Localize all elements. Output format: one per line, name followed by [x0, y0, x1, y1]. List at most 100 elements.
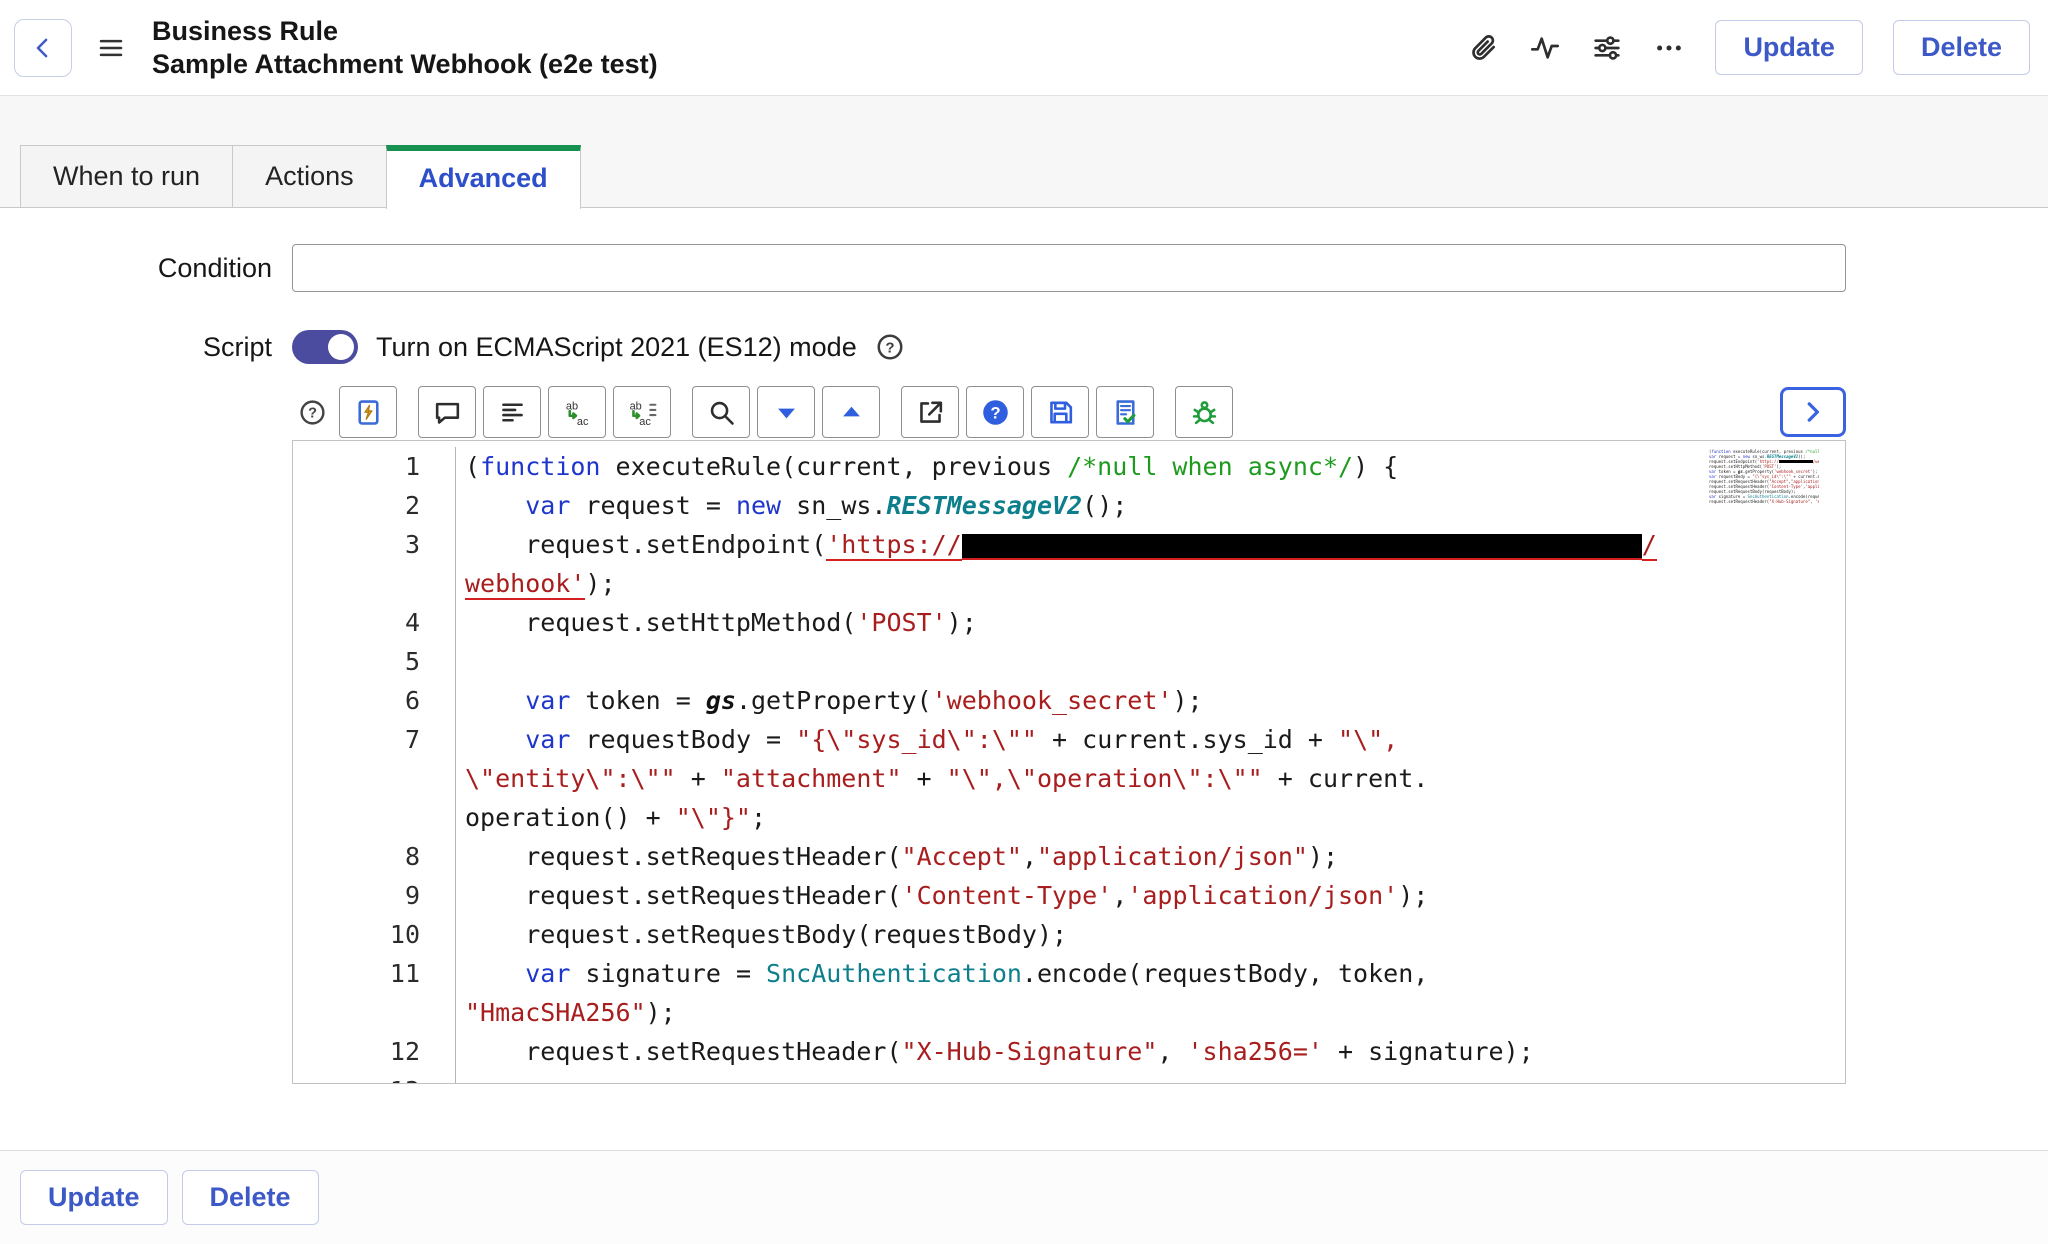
code-line[interactable]: 13: [293, 1071, 1845, 1084]
help-icon: ?: [875, 332, 905, 362]
code-line-content: request.setRequestHeader("X-Hub-Signatur…: [455, 1032, 1845, 1071]
line-number: 10: [293, 915, 455, 954]
format-button[interactable]: [483, 386, 541, 438]
es-mode-label: Turn on ECMAScript 2021 (ES12) mode: [376, 332, 857, 363]
line-number: 7: [293, 720, 455, 837]
find-previous-button[interactable]: [822, 386, 880, 438]
attachment-button[interactable]: [1467, 32, 1499, 64]
record-title: Business Rule Sample Attachment Webhook …: [152, 15, 658, 81]
delete-button-footer[interactable]: Delete: [182, 1170, 319, 1225]
toggle-knob: [328, 334, 354, 360]
toolbar-group: abacabac: [418, 386, 671, 438]
script-icon: [353, 397, 384, 428]
replace-icon: ab ac: [562, 397, 593, 428]
line-number: 12: [293, 1032, 455, 1071]
help-filled-button[interactable]: ?: [966, 386, 1024, 438]
attachment-icon: [1467, 32, 1499, 64]
tab-when-to-run[interactable]: When to run: [20, 145, 232, 208]
debug-button[interactable]: [1175, 386, 1233, 438]
editor-toolbar: ?abacabac?: [292, 386, 1846, 438]
comment-icon: [432, 397, 463, 428]
code-line[interactable]: 9 request.setRequestHeader('Content-Type…: [293, 876, 1845, 915]
save-button[interactable]: [1031, 386, 1089, 438]
code-line[interactable]: 6 var token = gs.getProperty('webhook_se…: [293, 681, 1845, 720]
script-check-button[interactable]: [1096, 386, 1154, 438]
line-number: 8: [293, 837, 455, 876]
replace-all-button[interactable]: abac: [613, 386, 671, 438]
code-line-content: request.setEndpoint('https:///webhook');: [455, 525, 1845, 603]
code-line-content: request.setRequestHeader("Accept","appli…: [455, 837, 1845, 876]
script-mode-row: Turn on ECMAScript 2021 (ES12) mode ?: [292, 330, 905, 364]
toolbar-group: [1175, 386, 1233, 438]
update-button-footer[interactable]: Update: [20, 1170, 168, 1225]
context-menu-button[interactable]: [96, 33, 126, 63]
code-line-content: var requestBody = "{\"sys_id\":\"" + cur…: [455, 720, 1845, 837]
personalize-button[interactable]: [1591, 32, 1623, 64]
script-editor[interactable]: 1 (function executeRule(current, previous…: [292, 440, 1846, 1084]
code-line-content: [455, 642, 1845, 681]
code-line[interactable]: 8 request.setRequestHeader("Accept","app…: [293, 837, 1845, 876]
sliders-icon: [1591, 32, 1623, 64]
tab-actions[interactable]: Actions: [232, 145, 386, 208]
code-line[interactable]: 5: [293, 642, 1845, 681]
svg-text:ab: ab: [565, 400, 577, 412]
line-number: 6: [293, 681, 455, 720]
code-line[interactable]: 4 request.setHttpMethod('POST');: [293, 603, 1845, 642]
svg-text:?: ?: [885, 339, 894, 356]
code-line-content: request.setRequestBody(requestBody);: [455, 915, 1845, 954]
delete-button-header[interactable]: Delete: [1893, 20, 2030, 75]
condition-input[interactable]: [292, 244, 1846, 292]
record-type: Business Rule: [152, 15, 658, 48]
code-line[interactable]: 12 request.setRequestHeader("X-Hub-Signa…: [293, 1032, 1845, 1071]
svg-text:ac: ac: [576, 415, 588, 427]
search-icon: [706, 397, 737, 428]
popout-button[interactable]: [901, 386, 959, 438]
script-button[interactable]: [339, 386, 397, 438]
form-area: Condition Script Turn on ECMAScript 2021…: [0, 208, 2048, 1150]
more-options-button[interactable]: [1653, 32, 1685, 64]
code-line[interactable]: 1(function executeRule(current, previous…: [293, 447, 1845, 486]
svg-text:?: ?: [990, 403, 1000, 422]
replace-button[interactable]: ab ac: [548, 386, 606, 438]
code-line-content: var signature = SncAuthentication.encode…: [455, 954, 1845, 1032]
search-button[interactable]: [692, 386, 750, 438]
activity-icon: [1529, 32, 1561, 64]
script-check-icon: [1110, 397, 1141, 428]
condition-label: Condition: [0, 244, 272, 292]
line-number: 2: [293, 486, 455, 525]
update-button-header[interactable]: Update: [1715, 20, 1863, 75]
code-line-content: var token = gs.getProperty('webhook_secr…: [455, 681, 1845, 720]
line-number: 4: [293, 603, 455, 642]
back-button[interactable]: [14, 19, 72, 77]
find-next-icon: [771, 397, 802, 428]
es-mode-toggle[interactable]: [292, 330, 358, 364]
minimap[interactable]: (function executeRule(current, previous …: [1709, 449, 1819, 504]
code-line-content: var request = new sn_ws.RESTMessageV2();: [455, 486, 1845, 525]
line-number: 9: [293, 876, 455, 915]
format-icon: [497, 397, 528, 428]
comment-button[interactable]: [418, 386, 476, 438]
line-number: 3: [293, 525, 455, 603]
save-icon: [1045, 397, 1076, 428]
code-area: 1 (function executeRule(current, previous…: [293, 447, 1845, 1084]
code-line[interactable]: 2 var request = new sn_ws.RESTMessageV2(…: [293, 486, 1845, 525]
find-next-button[interactable]: [757, 386, 815, 438]
es-mode-help-button[interactable]: ?: [875, 332, 905, 362]
code-line[interactable]: 11 var signature = SncAuthentication.enc…: [293, 954, 1845, 1032]
script-label: Script: [0, 330, 272, 364]
header-actions: Update Delete: [1467, 20, 2030, 75]
back-chevron-icon: [28, 33, 58, 63]
code-line[interactable]: 3 request.setEndpoint('https:///webhook'…: [293, 525, 1845, 603]
toolbar-group: [692, 386, 880, 438]
expand-editor-button[interactable]: [1780, 387, 1846, 437]
line-number: 13: [293, 1071, 455, 1084]
code-line[interactable]: 10 request.setRequestBody(requestBody);: [293, 915, 1845, 954]
help-button[interactable]: ?: [292, 398, 332, 427]
record-name: Sample Attachment Webhook (e2e test): [152, 48, 658, 81]
code-line-content: [455, 1071, 1845, 1084]
tab-advanced[interactable]: Advanced: [386, 145, 581, 209]
toolbar-group: ?: [901, 386, 1154, 438]
line-number: 1: [293, 447, 455, 486]
code-line[interactable]: 7 var requestBody = "{\"sys_id\":\"" + c…: [293, 720, 1845, 837]
activity-button[interactable]: [1529, 32, 1561, 64]
